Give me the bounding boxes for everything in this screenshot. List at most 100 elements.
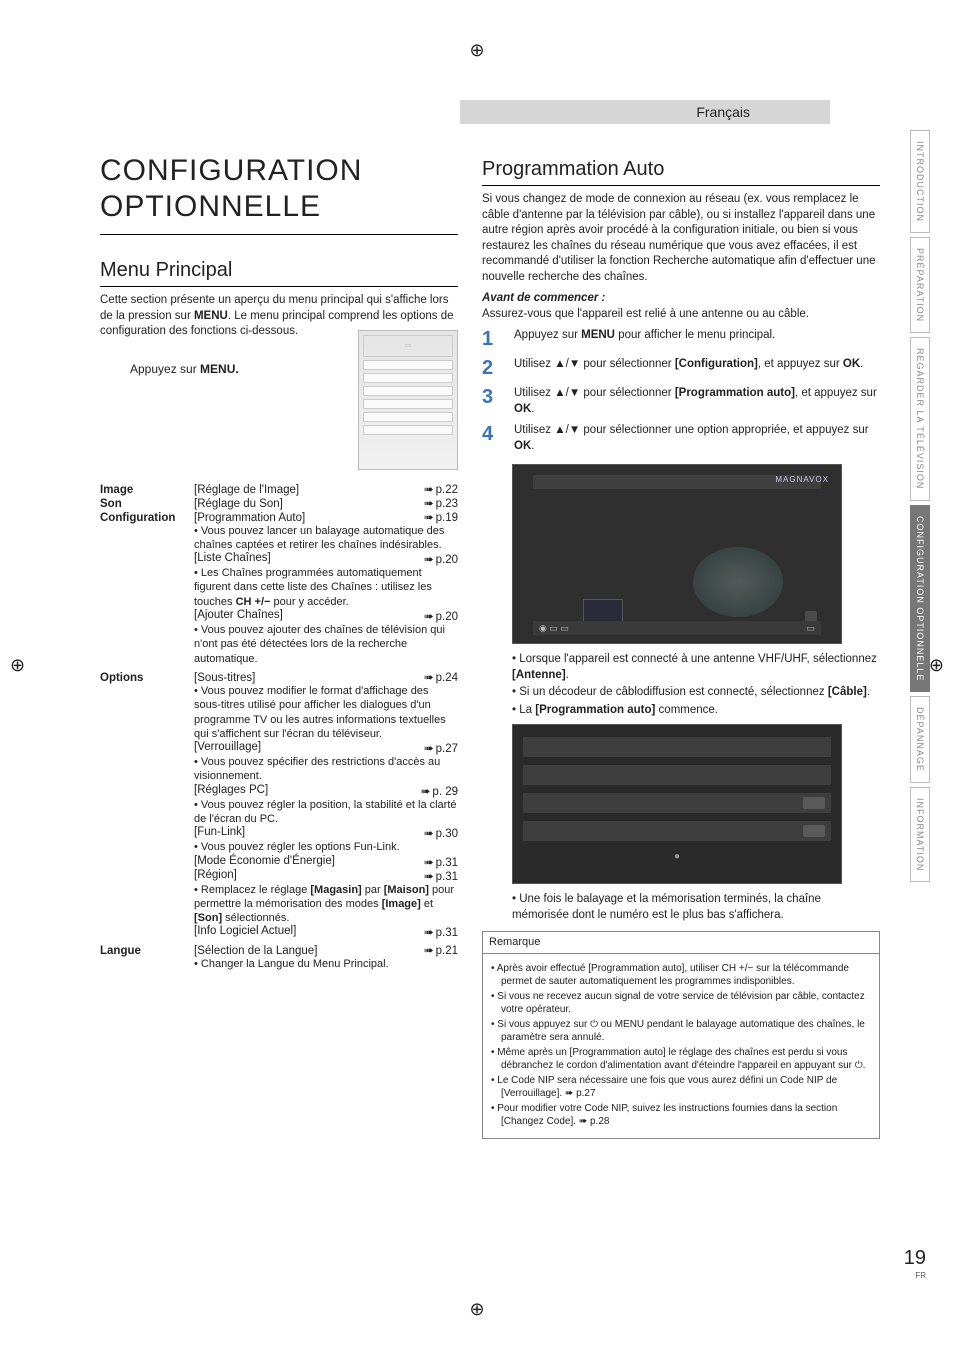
page-number: 19 <box>904 1247 926 1270</box>
ajouter-chaines-label: [Ajouter Chaînes] <box>194 609 416 623</box>
title-rule <box>100 234 458 235</box>
remarque-heading: Remarque <box>483 932 879 953</box>
page-title-line1: CONFIGURATION <box>100 154 458 188</box>
loading-dots-icon: ● <box>523 851 831 862</box>
menu-screenshot-mock: ▭ <box>358 330 458 470</box>
tv-brand: MAGNAVOX <box>775 475 829 484</box>
remarque-item-4: Même après un [Programmation auto] le ré… <box>491 1046 871 1072</box>
region-page: p.31 <box>424 869 458 883</box>
fun-link-desc: Vous pouvez régler les options Fun-Link. <box>194 840 458 854</box>
image-page: p.22 <box>424 482 458 496</box>
cable-bullet: Si un décodeur de câblodiffusion est con… <box>512 685 880 701</box>
tab-preparation[interactable]: PRÉPARATION <box>910 237 930 333</box>
reglages-pc-desc: Vous pouvez régler la position, la stabi… <box>194 798 458 827</box>
verrouillage-page: p.27 <box>424 741 458 755</box>
eco-label: [Mode Économie d'Énergie] <box>194 855 416 869</box>
prog-auto-page: p.19 <box>424 510 458 524</box>
step-2: 2 Utilisez ▲/▼ pour sélectionner [Config… <box>482 357 880 380</box>
remarque-item-2: Si vous ne recevez aucun signal de votre… <box>491 990 871 1016</box>
son-label: [Réglage du Son] <box>194 498 416 510</box>
globe-graphic <box>693 547 783 617</box>
programmation-auto-intro: Si vous changez de mode de connexion au … <box>482 192 880 285</box>
step-number-1: 1 <box>482 328 502 351</box>
remarque-item-1: Après avoir effectué [Programmation auto… <box>491 962 871 988</box>
options-key: Options <box>100 672 186 684</box>
prog-auto-desc: Vous pouvez lancer un balayage automatiq… <box>194 524 458 553</box>
langue-key: Langue <box>100 945 186 957</box>
right-column: Programmation Auto Si vous changez de mo… <box>482 134 880 1139</box>
step-number-3: 3 <box>482 386 502 417</box>
page-title-line2: OPTIONNELLE <box>100 190 458 224</box>
start-bullet: La [Programmation auto] commence. <box>512 703 880 719</box>
antenna-bullet: Lorsque l'appareil est connecté à une an… <box>512 652 880 683</box>
menu-items: Image [Réglage de l'Image] p.22 Son [Rég… <box>100 482 458 972</box>
ajouter-chaines-desc: Vous pouvez ajouter des chaînes de télév… <box>194 623 458 666</box>
tab-configuration-optionnelle[interactable]: CONFIGURATION OPTIONNELLE <box>910 505 930 692</box>
tab-information[interactable]: INFORMATION <box>910 787 930 882</box>
sous-titres-page: p.24 <box>424 670 458 684</box>
tv-splash-screenshot: MAGNAVOX ◉ ▭ ▭▭ <box>512 464 842 644</box>
progress-box-icon-2 <box>803 825 825 837</box>
step-4: 4 Utilisez ▲/▼ pour sélectionner une opt… <box>482 423 880 454</box>
remarque-list: Après avoir effectué [Programmation auto… <box>491 962 871 1128</box>
remarque-item-6: Pour modifier votre Code NIP, suivez les… <box>491 1102 871 1128</box>
remarque-item-5: Le Code NIP sera nécessaire une fois que… <box>491 1074 871 1100</box>
info-logiciel-page: p.31 <box>424 925 458 939</box>
region-label: [Région] <box>194 869 416 883</box>
menu-principal-heading: Menu Principal <box>100 259 458 282</box>
langue-desc: Changer la Langue du Menu Principal. <box>194 957 458 971</box>
step-number-4: 4 <box>482 423 502 454</box>
eco-page: p.31 <box>424 855 458 869</box>
registration-mark-left: ⊕ <box>10 655 25 676</box>
step-3: 3 Utilisez ▲/▼ pour sélectionner [Progra… <box>482 386 880 417</box>
before-begin-text: Assurez-vous que l'appareil est relié à … <box>482 307 880 323</box>
menu-principal-rule <box>100 286 458 287</box>
registration-mark-right: ⊕ <box>929 655 944 676</box>
tab-introduction[interactable]: INTRODUCTION <box>910 130 930 233</box>
image-key: Image <box>100 484 186 496</box>
remarque-item-3: Si vous appuyez sur ⏻ ou MENU pendant le… <box>491 1018 871 1044</box>
sous-titres-label: [Sous-titres] <box>194 672 416 684</box>
step-1: 1 Appuyez sur MENU pour afficher le menu… <box>482 328 880 351</box>
page-number-locale: FR <box>915 1271 926 1280</box>
tv-icon: ▭ <box>363 335 453 357</box>
ajouter-chaines-page: p.20 <box>424 609 458 623</box>
langue-page: p.21 <box>424 943 458 957</box>
left-column: CONFIGURATION OPTIONNELLE Menu Principal… <box>60 134 458 972</box>
fun-link-label: [Fun-Link] <box>194 826 416 840</box>
liste-chaines-desc: Les Chaînes programmées automatiquement … <box>194 566 458 609</box>
sous-titres-desc: Vous pouvez modifier le format d'afficha… <box>194 684 458 741</box>
region-desc: Remplacez le réglage [Magasin] par [Mais… <box>194 883 458 926</box>
tab-depannage[interactable]: DÉPANNAGE <box>910 696 930 783</box>
info-logiciel-label: [Info Logiciel Actuel] <box>194 925 416 939</box>
configuration-key: Configuration <box>100 512 186 524</box>
registration-mark-bottom: ⊕ <box>469 1299 484 1320</box>
verrouillage-label: [Verrouillage] <box>194 741 416 755</box>
remarque-box: Remarque Après avoir effectué [Programma… <box>482 931 880 1138</box>
page-body: Français CONFIGURATION OPTIONNELLE Menu … <box>60 50 880 1139</box>
son-key: Son <box>100 498 186 510</box>
source-bullets: Lorsque l'appareil est connecté à une an… <box>512 652 880 718</box>
tv-progress-screenshot: ● <box>512 724 842 884</box>
press-menu-text: Appuyez sur MENU. <box>130 362 318 376</box>
language-label: Français <box>696 104 750 120</box>
liste-chaines-page: p.20 <box>424 552 458 566</box>
language-bar: Français <box>460 100 830 124</box>
reglages-pc-page: p. 29 <box>421 784 458 798</box>
tab-regarder-tv[interactable]: REGARDER LA TÉLÉVISION <box>910 337 930 500</box>
langue-label: [Sélection de la Langue] <box>194 945 416 957</box>
son-page: p.23 <box>424 496 458 510</box>
programmation-auto-heading: Programmation Auto <box>482 158 880 181</box>
liste-chaines-label: [Liste Chaînes] <box>194 552 416 566</box>
prog-auto-label: [Programmation Auto] <box>194 512 416 524</box>
fun-link-page: p.30 <box>424 826 458 840</box>
progress-box-icon <box>803 797 825 809</box>
verrouillage-desc: Vous pouvez spécifier des restrictions d… <box>194 755 458 784</box>
step-number-2: 2 <box>482 357 502 380</box>
after-bullets: Une fois le balayage et la mémorisation … <box>512 892 880 923</box>
after-scan-bullet: Une fois le balayage et la mémorisation … <box>512 892 880 923</box>
image-label: [Réglage de l'Image] <box>194 484 416 496</box>
programmation-auto-rule <box>482 185 880 186</box>
side-tabs: INTRODUCTION PRÉPARATION REGARDER LA TÉL… <box>910 130 930 882</box>
reglages-pc-label: [Réglages PC] <box>194 784 413 798</box>
